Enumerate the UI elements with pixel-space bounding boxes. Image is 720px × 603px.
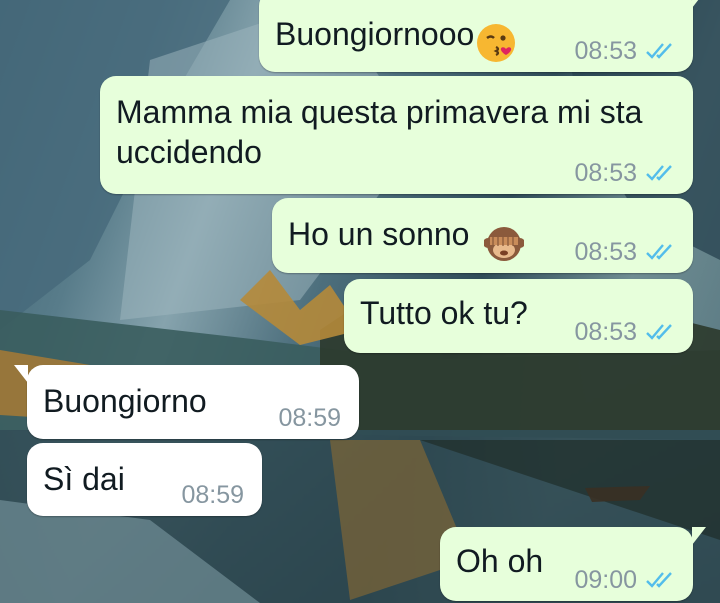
message-bubble-incoming[interactable]: Sì dai 08:59	[27, 443, 262, 516]
message-time: 08:53	[574, 318, 637, 346]
message-time: 08:53	[574, 37, 637, 65]
message-bubble-outgoing[interactable]: Oh oh 09:00	[440, 527, 706, 601]
read-double-tick-icon	[646, 572, 672, 588]
message-text: Ho un sonno	[288, 216, 470, 252]
message-meta: 08:59	[181, 482, 244, 508]
message-bubble-outgoing[interactable]: Ho un sonno 08:53	[272, 198, 693, 273]
message-meta: 08:53	[574, 319, 675, 345]
message-text: Buongiornooo	[275, 16, 475, 52]
see-no-evil-monkey-emoji	[484, 220, 525, 263]
message-text: Mamma mia questa primavera mi sta uccide…	[116, 94, 643, 170]
message-bubble-outgoing[interactable]: Buongiornooo 08:53	[259, 0, 706, 72]
message-time: 08:53	[574, 159, 637, 187]
read-double-tick-icon	[646, 244, 672, 260]
message-meta: 08:53	[574, 239, 675, 265]
message-text: Sì dai	[43, 461, 125, 497]
read-double-tick-icon	[646, 165, 672, 181]
message-bubble-outgoing[interactable]: Mamma mia questa primavera mi sta uccide…	[100, 76, 693, 194]
message-text: Tutto ok tu?	[360, 295, 528, 331]
message-meta: 08:59	[278, 405, 341, 431]
message-meta: 08:53	[574, 38, 675, 64]
message-time: 08:59	[278, 404, 341, 432]
message-time: 08:53	[574, 238, 637, 266]
message-meta: 08:53	[574, 160, 675, 186]
message-time: 09:00	[574, 566, 637, 594]
message-bubble-incoming[interactable]: Buongiorno 08:59	[14, 365, 359, 439]
message-text: Oh oh	[456, 543, 544, 579]
read-double-tick-icon	[646, 324, 672, 340]
message-time: 08:59	[181, 481, 244, 509]
read-double-tick-icon	[646, 43, 672, 59]
message-meta: 09:00	[574, 567, 675, 593]
kissing-heart-emoji	[476, 20, 516, 63]
message-bubble-outgoing[interactable]: Tutto ok tu? 08:53	[344, 279, 693, 353]
message-text: Buongiorno	[43, 383, 207, 419]
